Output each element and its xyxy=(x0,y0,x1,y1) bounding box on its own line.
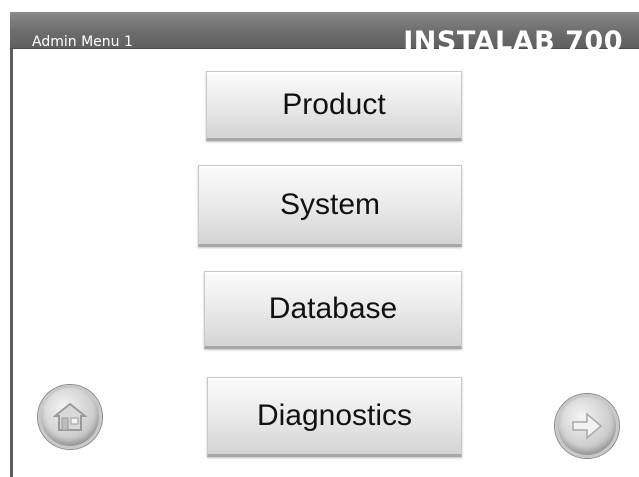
diagnostics-button[interactable]: Diagnostics xyxy=(207,377,462,457)
screen-title: Admin Menu 1 xyxy=(32,34,133,50)
home-icon xyxy=(53,402,87,432)
product-button-label: Product xyxy=(282,88,386,121)
arrow-right-icon xyxy=(569,411,605,441)
database-button-label: Database xyxy=(268,292,398,325)
system-button[interactable]: System xyxy=(198,165,462,247)
product-button[interactable]: Product xyxy=(206,71,462,141)
home-button[interactable] xyxy=(35,379,105,455)
left-border xyxy=(10,12,13,477)
diagnostics-button-label: Diagnostics xyxy=(256,399,413,432)
product-brand: INSTALAB 700 xyxy=(403,26,623,57)
admin-menu-screen: Admin Menu 1 INSTALAB 700 Product System… xyxy=(0,0,639,477)
next-button-face xyxy=(555,394,619,458)
system-button-label: System xyxy=(279,188,381,221)
title-bar: Admin Menu 1 INSTALAB 700 xyxy=(10,12,639,57)
next-page-button[interactable] xyxy=(552,388,622,464)
home-button-face xyxy=(38,385,102,449)
database-button[interactable]: Database xyxy=(204,271,462,349)
